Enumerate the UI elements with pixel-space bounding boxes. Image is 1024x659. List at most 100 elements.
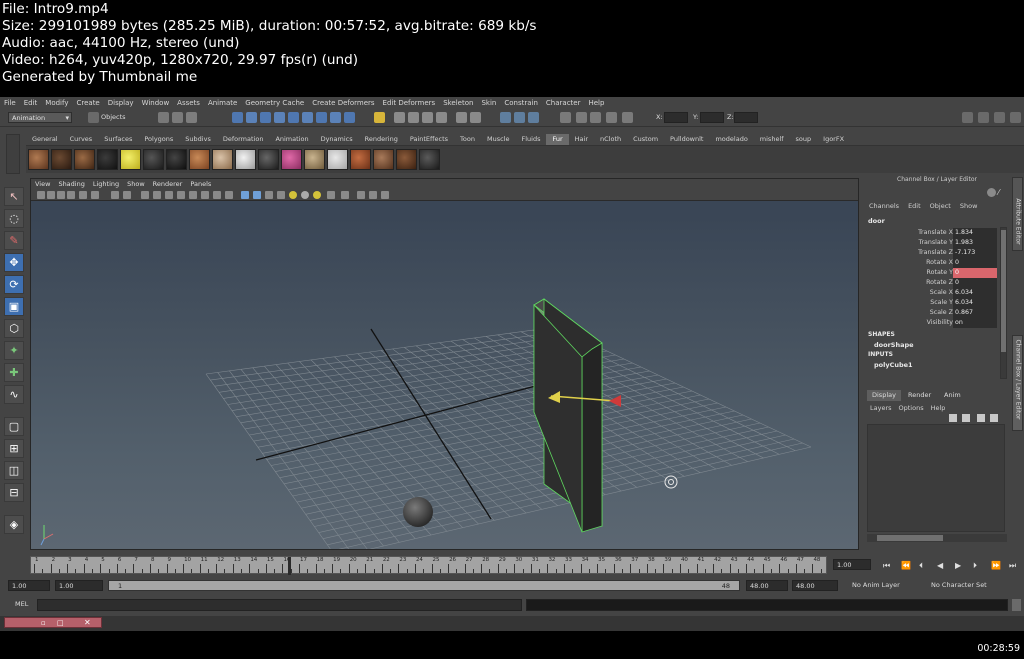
y-field[interactable] — [700, 112, 724, 123]
step-back-key-icon[interactable]: ⏴ — [919, 561, 923, 571]
layer-tab-anim[interactable]: Anim — [939, 390, 966, 401]
attr-value[interactable]: -7.173 — [953, 248, 997, 258]
graph-layout-icon[interactable]: ⊟ — [4, 483, 24, 502]
animation-start-field[interactable]: 1.00 — [8, 580, 50, 591]
cb-menu-channels[interactable]: Channels — [869, 202, 899, 210]
paint-select-tool-icon[interactable]: ✎ — [4, 231, 24, 250]
go-to-end-icon[interactable]: ⏭ — [1009, 561, 1016, 571]
playback-start-field[interactable]: 1.00 — [55, 580, 103, 591]
move-up-layer-icon[interactable] — [977, 414, 985, 422]
character-set-selector[interactable]: No Character Set — [931, 580, 987, 591]
anim-layer-selector[interactable]: No Anim Layer — [852, 580, 900, 591]
ipr-render-icon[interactable] — [514, 112, 525, 123]
fur-preset-1-icon[interactable] — [28, 149, 49, 170]
menu-file[interactable]: File — [0, 97, 20, 109]
shelf-tab-polygons[interactable]: Polygons — [138, 134, 179, 145]
menu-display[interactable]: Display — [104, 97, 138, 109]
lasso-tool-icon[interactable]: ◌ — [4, 209, 24, 228]
attr-row-rotate-z[interactable]: Rotate Z0 — [865, 278, 999, 288]
select-by-misc-icon[interactable] — [330, 112, 341, 123]
fur-preset-18-icon[interactable] — [419, 149, 440, 170]
step-back-frame-icon[interactable]: ⏪ — [901, 561, 911, 570]
fur-preset-9-icon[interactable] — [212, 149, 233, 170]
hierarchy-mode-icon[interactable] — [158, 112, 169, 123]
history-icon-2[interactable] — [470, 112, 481, 123]
menu-geometry-cache[interactable]: Geometry Cache — [241, 97, 308, 109]
shelf-tab-subdivs[interactable]: Subdivs — [179, 134, 217, 145]
select-by-surface-icon[interactable] — [274, 112, 285, 123]
perspective-viewport[interactable]: View Shading Lighting Show Renderer Panels — [30, 178, 859, 550]
menu-create[interactable]: Create — [72, 97, 103, 109]
play-forwards-icon[interactable]: ▶ — [955, 561, 961, 570]
shelf-tab-surfaces[interactable]: Surfaces — [98, 134, 138, 145]
shelf-tab-modelado[interactable]: modelado — [709, 134, 753, 145]
fur-preset-13-icon[interactable] — [304, 149, 325, 170]
fur-preset-14-icon[interactable] — [327, 149, 348, 170]
menu-edit[interactable]: Edit — [20, 97, 42, 109]
fur-preset-2-icon[interactable] — [51, 149, 72, 170]
menu-window[interactable]: Window — [138, 97, 174, 109]
restore-icon[interactable]: ▫ — [41, 618, 46, 628]
show-tool-settings-icon[interactable] — [978, 112, 989, 123]
show-manipulator-icon[interactable]: ✚ — [4, 363, 24, 382]
input-ops-icon-3[interactable] — [590, 112, 601, 123]
step-forward-frame-icon[interactable]: ⏩ — [991, 561, 1001, 570]
layer-menu-layers[interactable]: Layers — [870, 404, 892, 412]
outliner-layout-icon[interactable]: ◈ — [4, 515, 24, 534]
current-time-indicator[interactable] — [288, 557, 291, 575]
shelf-tab-toon[interactable]: Toon — [454, 134, 481, 145]
single-pane-layout-icon[interactable]: ▢ — [4, 417, 24, 436]
shelf-tab-animation[interactable]: Animation — [269, 134, 314, 145]
shelf-tab-muscle[interactable]: Muscle — [481, 134, 516, 145]
move-down-layer-icon[interactable] — [990, 414, 998, 422]
history-icon[interactable] — [456, 112, 467, 123]
input-ops-icon[interactable] — [560, 112, 571, 123]
select-by-curve-icon[interactable] — [260, 112, 271, 123]
attr-row-translate-x[interactable]: Translate X 1.834 — [865, 228, 999, 238]
fur-preset-15-icon[interactable] — [350, 149, 371, 170]
scale-tool-icon[interactable]: ▣ — [4, 297, 24, 316]
attr-value[interactable]: 0.867 — [953, 308, 997, 318]
shelf-tab-igorfx[interactable]: IgorFX — [817, 134, 850, 145]
render-current-icon[interactable] — [500, 112, 511, 123]
door-object[interactable] — [533, 298, 603, 533]
go-to-start-icon[interactable]: ⏮ — [883, 561, 890, 571]
shelf-tab-rendering[interactable]: Rendering — [359, 134, 404, 145]
menu-set-selector[interactable]: Animation — [8, 112, 72, 123]
shelf-options-icon[interactable] — [6, 134, 20, 174]
step-forward-key-icon[interactable]: ⏵ — [973, 561, 977, 571]
x-field[interactable] — [664, 112, 688, 123]
show-channel-box-icon[interactable] — [994, 112, 1005, 123]
menu-help[interactable]: Help — [584, 97, 608, 109]
attribute-editor-tab[interactable]: Attribute Editor — [1012, 177, 1023, 251]
sphere-object[interactable] — [403, 497, 433, 527]
attr-value[interactable]: 0 — [953, 258, 997, 268]
attr-value[interactable]: 1.834 — [953, 228, 997, 238]
shelf-tab-soup[interactable]: soup — [790, 134, 818, 145]
new-layer-selected-icon[interactable] — [962, 414, 970, 422]
component-mode-icon[interactable] — [186, 112, 197, 123]
select-by-joint-icon[interactable] — [246, 112, 257, 123]
minimized-window-button[interactable]: ▫ □ ✕ — [4, 617, 102, 628]
fur-preset-5-icon[interactable] — [120, 149, 141, 170]
snap-plane-icon[interactable] — [436, 112, 447, 123]
shelf-tab-general[interactable]: General — [26, 134, 64, 145]
playback-end-field[interactable]: 48.00 — [746, 580, 788, 591]
layer-tab-render[interactable]: Render — [903, 390, 936, 401]
attr-value[interactable]: 6.034 — [953, 298, 997, 308]
fur-preset-12-icon[interactable] — [281, 149, 302, 170]
soft-mod-tool-icon[interactable]: ✦ — [4, 341, 24, 360]
fur-preset-4-icon[interactable] — [97, 149, 118, 170]
shelf-tab-ncloth[interactable]: nCloth — [594, 134, 627, 145]
attr-value[interactable]: 1.983 — [953, 238, 997, 248]
current-frame-field[interactable]: 1.00 — [833, 559, 871, 570]
move-tool-icon[interactable]: ✥ — [4, 253, 24, 272]
z-field[interactable] — [734, 112, 758, 123]
channel-box-scrollbar[interactable] — [1000, 227, 1007, 379]
shelf-tab-custom[interactable]: Custom — [627, 134, 664, 145]
selection-mode-label[interactable]: Objects — [101, 112, 126, 123]
menu-create-deformers[interactable]: Create Deformers — [308, 97, 378, 109]
menu-animate[interactable]: Animate — [204, 97, 241, 109]
shape-node-name[interactable]: doorShape — [874, 341, 914, 349]
attr-row-scale-z[interactable]: Scale Z 0.867 — [865, 308, 999, 318]
